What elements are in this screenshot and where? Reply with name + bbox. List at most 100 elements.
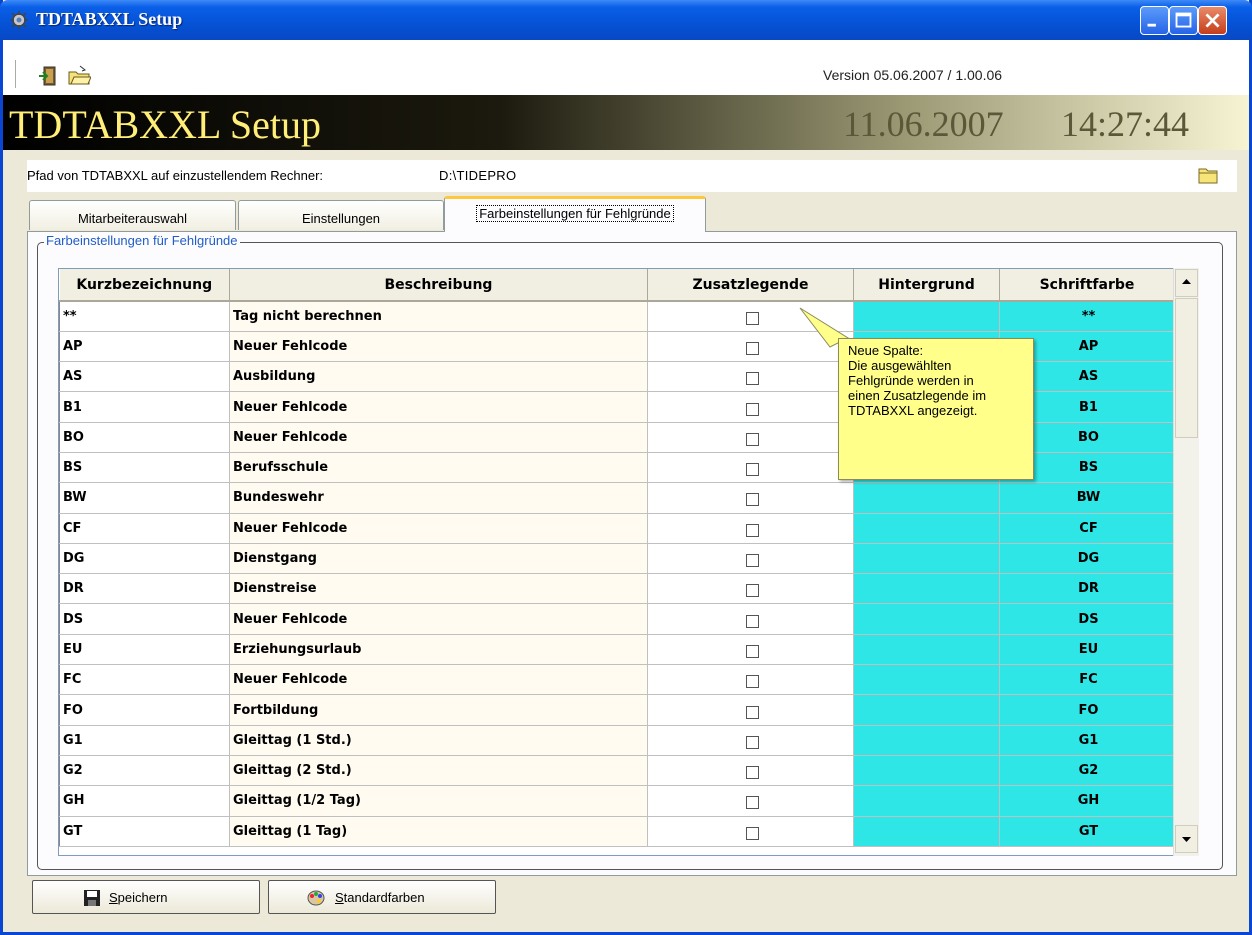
font-color-cell[interactable]: GH xyxy=(999,785,1175,817)
minimize-button[interactable] xyxy=(1140,6,1169,35)
folder-open-icon[interactable] xyxy=(67,64,91,88)
description-cell[interactable]: Neuer Fehlcode xyxy=(229,391,648,423)
font-color-cell[interactable]: G2 xyxy=(999,755,1175,787)
legend-checkbox[interactable] xyxy=(745,735,759,749)
table-row[interactable]: DR Dienstreise DR xyxy=(59,573,1175,605)
font-color-cell[interactable]: CF xyxy=(999,513,1175,544)
column-header[interactable]: Schriftfarbe xyxy=(999,269,1175,302)
standard-colors-button[interactable]: Standardfarben xyxy=(268,880,496,914)
font-color-cell[interactable]: BW xyxy=(999,482,1175,514)
background-color-cell[interactable] xyxy=(853,482,1000,514)
tab-mitarbeiterauswahl[interactable]: Mitarbeiterauswahl xyxy=(29,200,236,230)
legend-checkbox[interactable] xyxy=(745,432,759,446)
description-cell[interactable]: Gleittag (1/2 Tag) xyxy=(229,785,648,817)
code-cell[interactable]: FO xyxy=(59,694,230,726)
code-cell[interactable]: DG xyxy=(59,543,230,575)
code-cell[interactable]: EU xyxy=(59,634,230,666)
code-cell[interactable]: BS xyxy=(59,452,230,484)
scroll-up-button[interactable] xyxy=(1175,269,1198,297)
code-cell[interactable]: CF xyxy=(59,513,230,544)
table-row[interactable]: G2 Gleittag (2 Std.) G2 xyxy=(59,755,1175,787)
legend-checkbox[interactable] xyxy=(745,372,759,386)
table-row[interactable]: BW Bundeswehr BW xyxy=(59,482,1175,514)
background-color-cell[interactable] xyxy=(853,573,1000,605)
legend-checkbox[interactable] xyxy=(745,341,759,355)
background-color-cell[interactable] xyxy=(853,785,1000,817)
table-row[interactable]: FC Neuer Fehlcode FC xyxy=(59,664,1175,696)
code-cell[interactable]: BW xyxy=(59,482,230,514)
legend-checkbox[interactable] xyxy=(745,463,759,477)
background-color-cell[interactable] xyxy=(853,301,1000,332)
legend-checkbox[interactable] xyxy=(745,584,759,598)
column-header[interactable]: Kurzbezeichnung xyxy=(59,269,230,302)
description-cell[interactable]: Gleittag (1 Std.) xyxy=(229,725,648,756)
code-cell[interactable]: B1 xyxy=(59,391,230,423)
description-cell[interactable]: Ausbildung xyxy=(229,361,648,393)
code-cell[interactable]: DS xyxy=(59,603,230,635)
legend-checkbox[interactable] xyxy=(745,766,759,780)
description-cell[interactable]: Neuer Fehlcode xyxy=(229,513,648,544)
table-row[interactable]: GT Gleittag (1 Tag) GT xyxy=(59,816,1175,847)
code-cell[interactable]: G1 xyxy=(59,725,230,756)
background-color-cell[interactable] xyxy=(853,543,1000,575)
legend-checkbox[interactable] xyxy=(745,554,759,568)
code-cell[interactable]: BO xyxy=(59,422,230,453)
scroll-thumb[interactable] xyxy=(1175,298,1198,438)
title-bar[interactable]: TDTABXXL Setup xyxy=(0,0,1252,40)
column-header[interactable]: Hintergrund xyxy=(853,269,1000,302)
description-cell[interactable]: Erziehungsurlaub xyxy=(229,634,648,666)
maximize-button[interactable] xyxy=(1169,6,1198,35)
table-row[interactable]: DG Dienstgang DG xyxy=(59,543,1175,575)
table-row[interactable]: EU Erziehungsurlaub EU xyxy=(59,634,1175,666)
description-cell[interactable]: Fortbildung xyxy=(229,694,648,726)
description-cell[interactable]: Tag nicht berechnen xyxy=(229,301,648,332)
description-cell[interactable]: Dienstgang xyxy=(229,543,648,575)
description-cell[interactable]: Berufsschule xyxy=(229,452,648,484)
code-cell[interactable]: AP xyxy=(59,331,230,363)
code-cell[interactable]: G2 xyxy=(59,755,230,787)
background-color-cell[interactable] xyxy=(853,513,1000,544)
table-row[interactable]: DS Neuer Fehlcode DS xyxy=(59,603,1175,635)
description-cell[interactable]: Gleittag (1 Tag) xyxy=(229,816,648,847)
font-color-cell[interactable]: G1 xyxy=(999,725,1175,756)
background-color-cell[interactable] xyxy=(853,634,1000,666)
description-cell[interactable]: Dienstreise xyxy=(229,573,648,605)
legend-checkbox[interactable] xyxy=(745,311,759,325)
legend-checkbox[interactable] xyxy=(745,402,759,416)
font-color-cell[interactable]: DG xyxy=(999,543,1175,575)
font-color-cell[interactable]: DR xyxy=(999,573,1175,605)
legend-checkbox[interactable] xyxy=(745,493,759,507)
legend-checkbox[interactable] xyxy=(745,614,759,628)
legend-checkbox[interactable] xyxy=(745,826,759,840)
scroll-down-button[interactable] xyxy=(1175,825,1198,853)
description-cell[interactable]: Neuer Fehlcode xyxy=(229,664,648,696)
column-header[interactable]: Zusatzlegende xyxy=(647,269,854,302)
font-color-cell[interactable]: DS xyxy=(999,603,1175,635)
folder-icon[interactable] xyxy=(1197,164,1219,186)
description-cell[interactable]: Bundeswehr xyxy=(229,482,648,514)
tab-einstellungen[interactable]: Einstellungen xyxy=(238,200,444,230)
table-row[interactable]: GH Gleittag (1/2 Tag) GH xyxy=(59,785,1175,817)
legend-checkbox[interactable] xyxy=(745,644,759,658)
legend-checkbox[interactable] xyxy=(745,796,759,810)
background-color-cell[interactable] xyxy=(853,694,1000,726)
font-color-cell[interactable]: FO xyxy=(999,694,1175,726)
description-cell[interactable]: Neuer Fehlcode xyxy=(229,422,648,453)
save-button[interactable]: Speichern xyxy=(32,880,260,914)
exit-door-icon[interactable] xyxy=(37,64,61,88)
description-cell[interactable]: Gleittag (2 Std.) xyxy=(229,755,648,787)
code-cell[interactable]: ** xyxy=(59,301,230,332)
table-row[interactable]: FO Fortbildung FO xyxy=(59,694,1175,726)
background-color-cell[interactable] xyxy=(853,664,1000,696)
code-cell[interactable]: FC xyxy=(59,664,230,696)
close-button[interactable] xyxy=(1198,6,1227,35)
legend-checkbox[interactable] xyxy=(745,675,759,689)
table-row[interactable]: ** Tag nicht berechnen ** xyxy=(59,301,1175,332)
code-cell[interactable]: GT xyxy=(59,816,230,847)
background-color-cell[interactable] xyxy=(853,816,1000,847)
legend-checkbox[interactable] xyxy=(745,705,759,719)
font-color-cell[interactable]: GT xyxy=(999,816,1175,847)
vertical-scrollbar[interactable] xyxy=(1173,268,1199,856)
font-color-cell[interactable]: ** xyxy=(999,301,1175,332)
tab-farbeinstellungen[interactable]: Farbeinstellungen für Fehlgründe xyxy=(444,196,706,232)
